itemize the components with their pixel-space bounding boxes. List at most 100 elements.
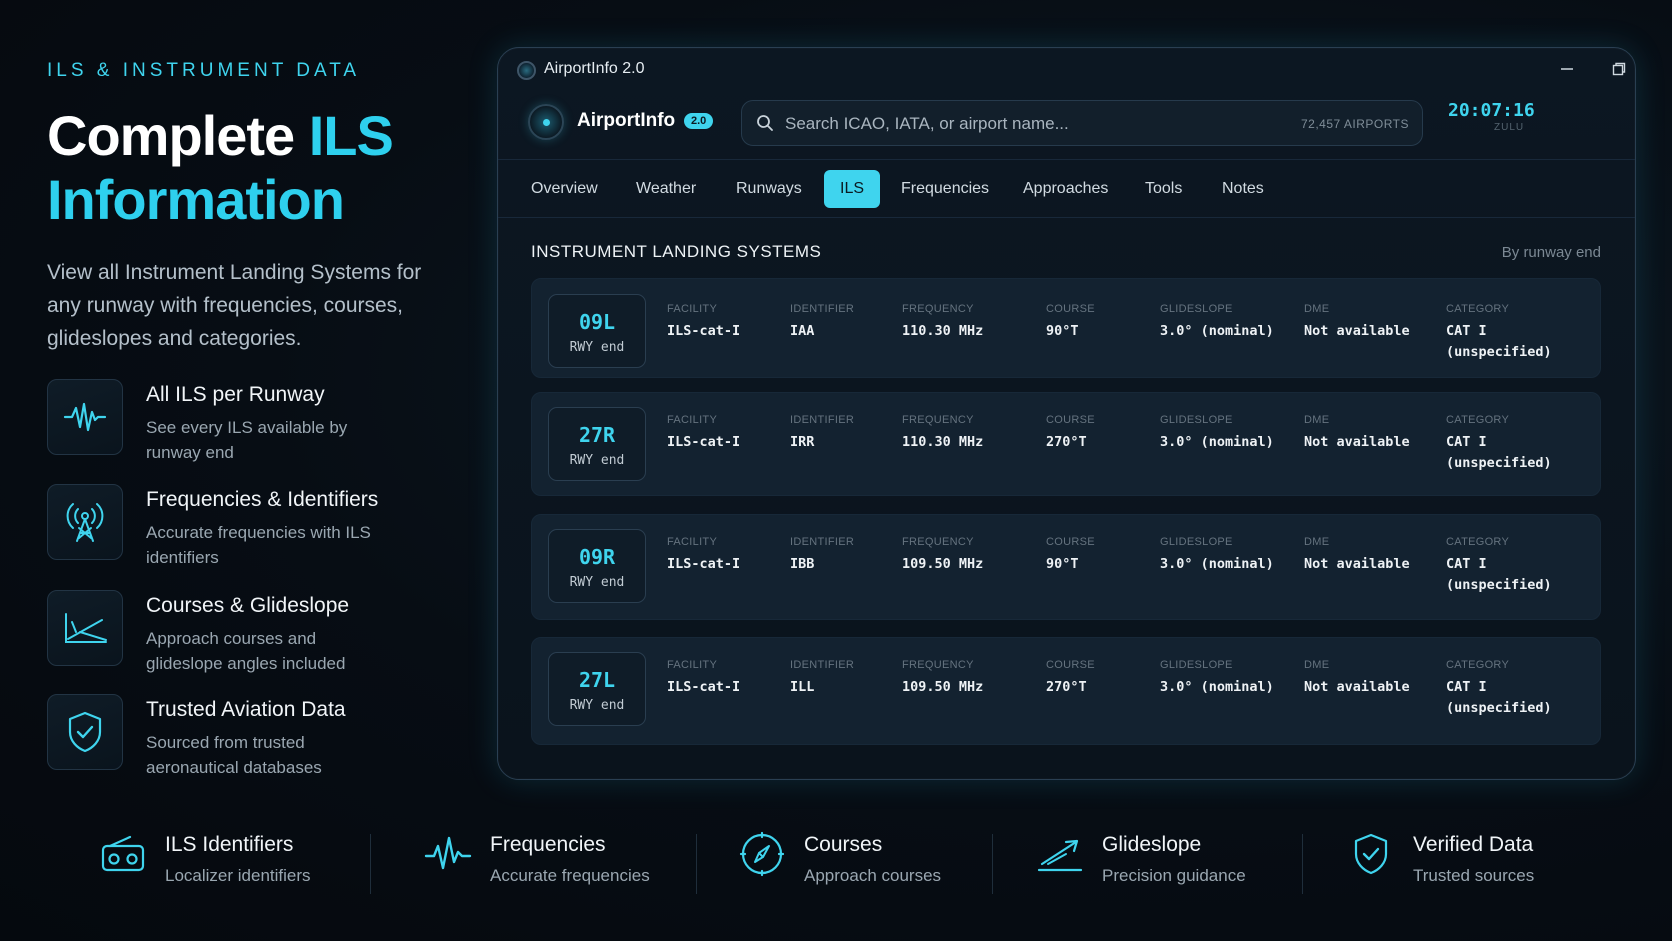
tab-weather[interactable]: Weather (620, 170, 712, 208)
runway-badge: 09R RWY end (548, 529, 646, 603)
search-icon (757, 115, 773, 131)
feature-item: Frequencies & Identifiers Accurate frequ… (47, 484, 467, 567)
bottom-title: Frequencies (490, 833, 606, 856)
search-box[interactable]: 72,457 AIRPORTS (741, 100, 1423, 146)
facility-cell: FACILITY ILS-cat-I (667, 414, 740, 453)
runway-badge: 27R RWY end (548, 407, 646, 481)
shield-check-icon (1347, 830, 1395, 878)
feature-desc: Sourced from trusted aeronautical databa… (146, 733, 322, 777)
frequency-label: FREQUENCY (902, 659, 974, 671)
runway-badge: 27L RWY end (548, 652, 646, 726)
category-line-2: (unspecified) (1446, 700, 1552, 716)
title-bar[interactable]: AirportInfo 2.0 (498, 48, 1635, 90)
facility-value: ILS-cat-I (667, 679, 741, 695)
identifier-value: IAA (790, 323, 815, 339)
glideslope-value: 3.0° (nominal) (1160, 556, 1274, 572)
frequency-label: FREQUENCY (902, 303, 974, 315)
divider (370, 834, 371, 894)
category-label: CATEGORY (1446, 659, 1510, 671)
feature-title: Frequencies & Identifiers (146, 488, 379, 511)
minimize-button[interactable] (1551, 56, 1583, 82)
identifier-cell: IDENTIFIER IBB (790, 536, 854, 575)
facility-label: FACILITY (667, 414, 718, 426)
dme-cell: DME Not available (1304, 414, 1410, 453)
feature-title: All ILS per Runway (146, 383, 325, 406)
tab-approaches[interactable]: Approaches (1007, 170, 1124, 208)
search-input[interactable] (785, 112, 1285, 136)
course-cell: COURSE 270°T (1046, 659, 1095, 698)
course-label: COURSE (1046, 659, 1095, 671)
course-value: 90°T (1046, 323, 1079, 339)
facility-label: FACILITY (667, 303, 718, 315)
brand-logo-icon (528, 104, 564, 140)
facility-label: FACILITY (667, 536, 718, 548)
feature-desc: Approach courses and glideslope angles i… (146, 629, 346, 673)
tab-overview[interactable]: Overview (515, 170, 614, 208)
restore-icon (1612, 62, 1626, 76)
identifier-value: IRR (790, 434, 815, 450)
compass-icon (738, 830, 786, 878)
bottom-desc: Approach courses (804, 866, 942, 885)
glideslope-chart-icon (47, 590, 123, 666)
dme-value: Not available (1304, 679, 1410, 695)
bottom-desc: Localizer identifiers (165, 866, 311, 885)
identifier-label: IDENTIFIER (790, 303, 855, 315)
glideslope-value: 3.0° (nominal) (1160, 434, 1274, 450)
feature-item: All ILS per Runway See every ILS availab… (47, 379, 467, 462)
course-value: 270°T (1046, 434, 1087, 450)
tab-ils[interactable]: ILS (824, 170, 881, 208)
category-line-1: CAT I (1446, 556, 1487, 572)
identifier-cell: IDENTIFIER IRR (790, 414, 854, 453)
runway-id: 09L (578, 310, 616, 334)
ils-row[interactable]: 27L RWY end FACILITY ILS-cat-I IDENTIFIER… (531, 637, 1601, 745)
feature-item: Courses & Glideslope Approach courses an… (47, 590, 467, 673)
category-line-1: CAT I (1446, 323, 1487, 339)
ils-row[interactable]: 27R RWY end FACILITY ILS-cat-I IDENTIFIER… (531, 392, 1601, 496)
facility-cell: FACILITY ILS-cat-I (667, 659, 740, 698)
category-line-2: (unspecified) (1446, 455, 1552, 471)
ils-row[interactable]: 09R RWY end FACILITY ILS-cat-I IDENTIFIER… (531, 514, 1601, 620)
waveform-icon (47, 379, 123, 455)
dme-value: Not available (1304, 556, 1410, 572)
dme-label: DME (1304, 659, 1330, 671)
antenna-icon (47, 484, 123, 560)
glideslope-value: 3.0° (nominal) (1160, 323, 1274, 339)
course-label: COURSE (1046, 414, 1095, 426)
identifier-cell: IDENTIFIER IAA (790, 303, 854, 342)
frequency-cell: FREQUENCY 110.30 MHz (902, 303, 983, 342)
zulu-clock: 20:07:16 (1448, 100, 1535, 121)
glideslope-label: GLIDESLOPE (1160, 536, 1233, 548)
course-value: 90°T (1046, 556, 1079, 572)
facility-label: FACILITY (667, 659, 718, 671)
frequency-label: FREQUENCY (902, 414, 974, 426)
feature-desc: See every ILS available by runway end (146, 418, 348, 462)
category-line-1: CAT I (1446, 434, 1487, 450)
runway-id: 27R (578, 423, 616, 447)
dme-cell: DME Not available (1304, 536, 1410, 575)
bottom-title: Verified Data (1413, 833, 1534, 856)
tab-runways[interactable]: Runways (720, 170, 818, 208)
tab-frequencies[interactable]: Frequencies (885, 170, 1005, 208)
course-cell: COURSE 270°T (1046, 414, 1095, 453)
maximize-button[interactable] (1603, 56, 1635, 82)
category-label: CATEGORY (1446, 414, 1510, 426)
brand-name: AirportInfo (577, 110, 676, 131)
app-header: AirportInfo 2.0 72,457 AIRPORTS 20:07:16… (498, 90, 1635, 160)
dme-label: DME (1304, 303, 1330, 315)
category-cell: CATEGORY CAT I (unspecified) (1446, 659, 1552, 719)
eyebrow: ILS & INSTRUMENT DATA (47, 60, 361, 81)
frequency-cell: FREQUENCY 110.30 MHz (902, 414, 983, 453)
app-window: AirportInfo 2.0 AirportInfo 2.0 72,457 A… (497, 47, 1636, 780)
ils-row[interactable]: 09L RWY end FACILITY ILS-cat-I IDENTIFIER… (531, 278, 1601, 378)
dme-cell: DME Not available (1304, 659, 1410, 698)
tab-notes[interactable]: Notes (1206, 170, 1280, 208)
identifier-cell: IDENTIFIER ILL (790, 659, 854, 698)
divider (696, 834, 697, 894)
dme-value: Not available (1304, 434, 1410, 450)
category-line-2: (unspecified) (1446, 344, 1552, 360)
promo-panel: ILS & INSTRUMENT DATA Complete ILS Infor… (47, 60, 467, 355)
course-cell: COURSE 90°T (1046, 536, 1095, 575)
identifier-value: IBB (790, 556, 815, 572)
frequency-label: FREQUENCY (902, 536, 974, 548)
tab-tools[interactable]: Tools (1129, 170, 1198, 208)
